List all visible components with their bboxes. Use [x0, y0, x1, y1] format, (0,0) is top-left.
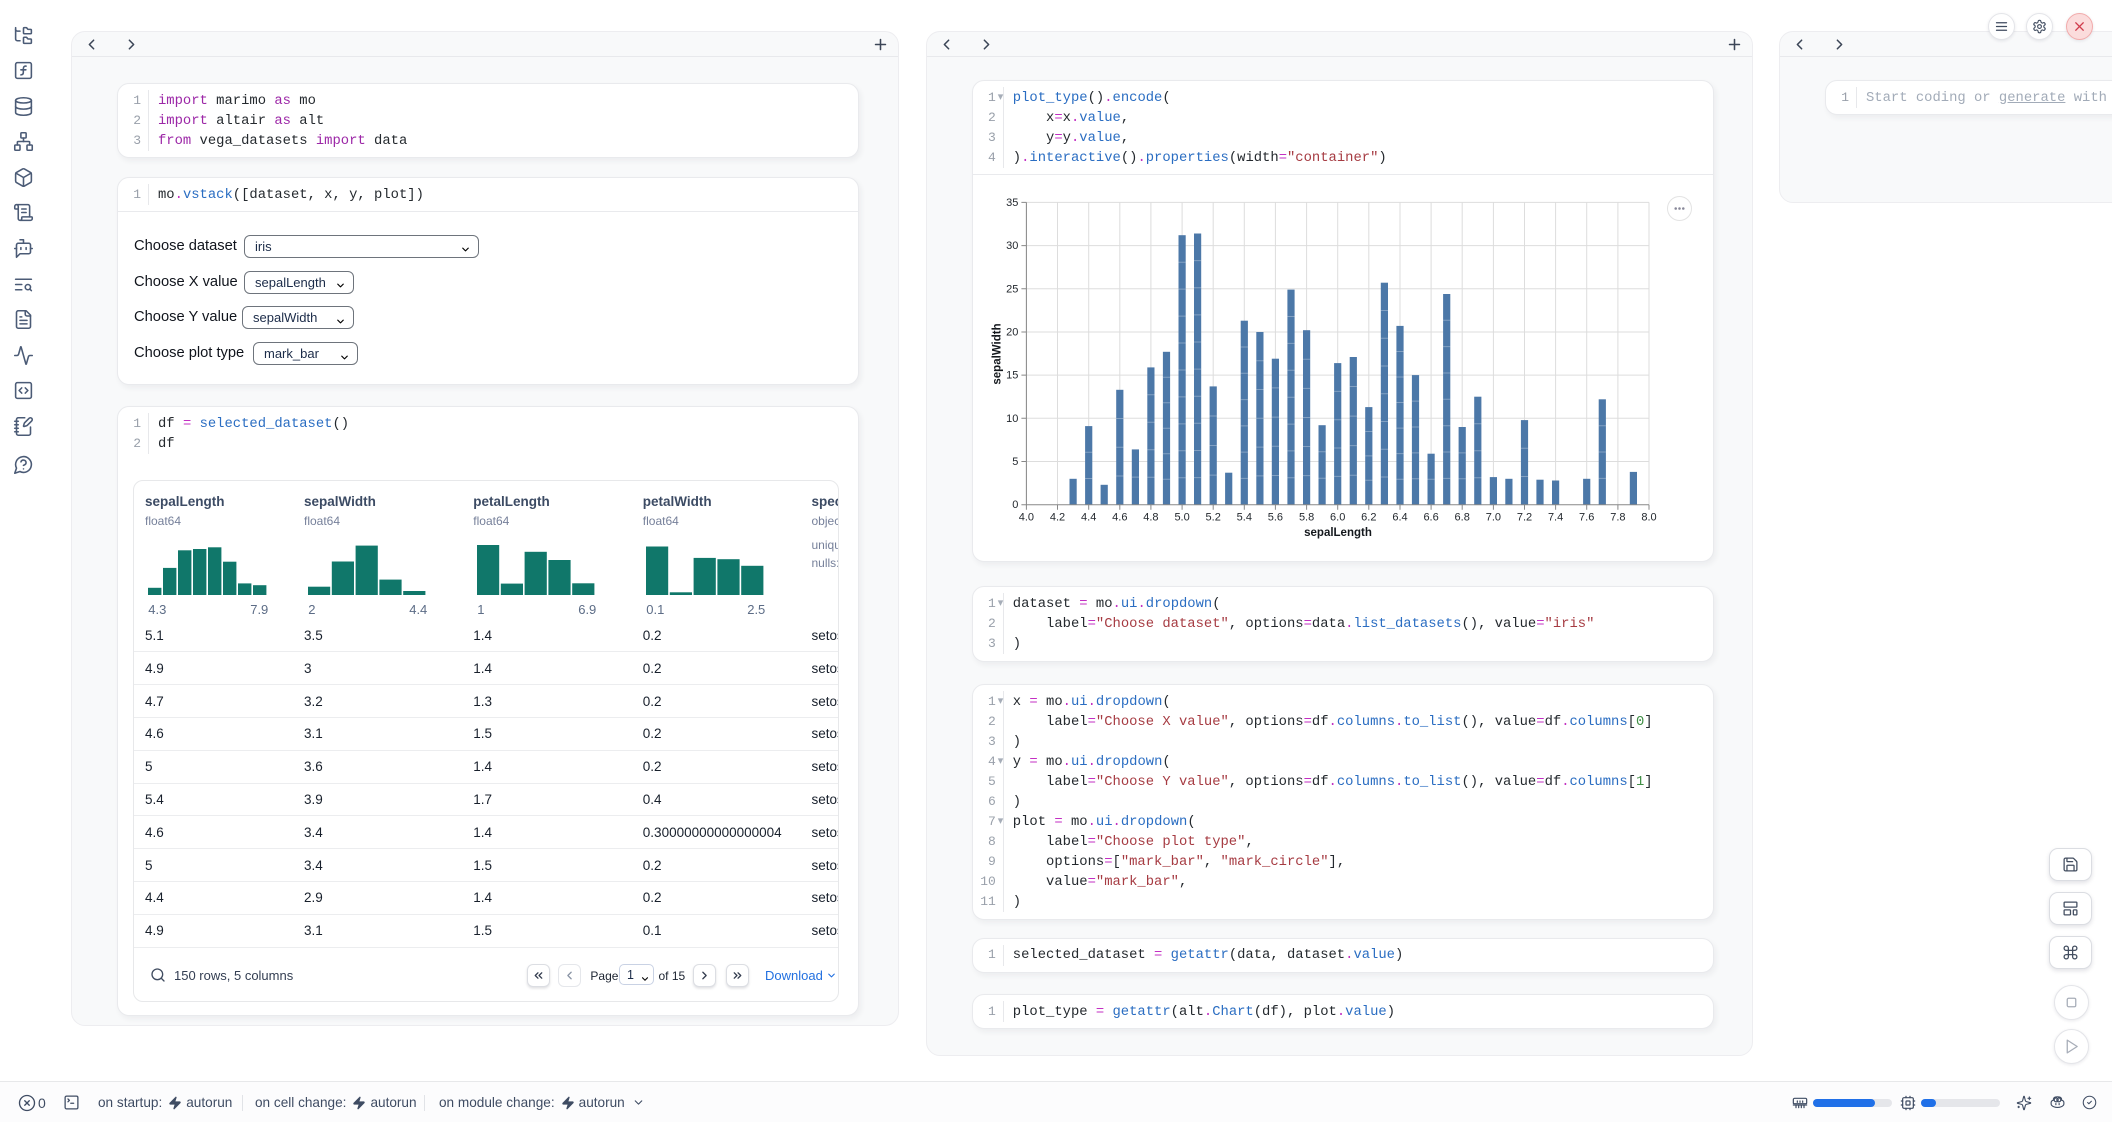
svg-text:25: 25 [1006, 283, 1018, 295]
svg-text:4.0: 4.0 [1019, 512, 1034, 524]
svg-text:6.4: 6.4 [1392, 512, 1407, 524]
svg-text:sepalWidth: sepalWidth [991, 323, 1003, 384]
svg-text:30: 30 [1006, 240, 1018, 252]
svg-text:5: 5 [1012, 456, 1018, 468]
svg-text:7.8: 7.8 [1610, 512, 1625, 524]
svg-text:4.2: 4.2 [1050, 512, 1065, 524]
svg-text:5.0: 5.0 [1174, 512, 1189, 524]
svg-text:5.4: 5.4 [1236, 512, 1251, 524]
svg-text:7.4: 7.4 [1548, 512, 1563, 524]
svg-text:4.4: 4.4 [1081, 512, 1096, 524]
svg-text:sepalLength: sepalLength [1304, 527, 1372, 539]
svg-text:5.8: 5.8 [1299, 512, 1314, 524]
svg-text:6.6: 6.6 [1423, 512, 1438, 524]
svg-text:20: 20 [1006, 327, 1018, 339]
svg-text:0: 0 [1012, 499, 1018, 511]
svg-text:6.0: 6.0 [1330, 512, 1345, 524]
svg-text:6.8: 6.8 [1454, 512, 1469, 524]
svg-text:7.0: 7.0 [1486, 512, 1501, 524]
svg-text:8.0: 8.0 [1641, 512, 1656, 524]
svg-text:5.2: 5.2 [1205, 512, 1220, 524]
svg-text:6.2: 6.2 [1361, 512, 1376, 524]
svg-text:7.2: 7.2 [1517, 512, 1532, 524]
svg-text:4.8: 4.8 [1143, 512, 1158, 524]
svg-text:15: 15 [1006, 370, 1018, 382]
svg-text:5.6: 5.6 [1268, 512, 1283, 524]
svg-text:4.6: 4.6 [1112, 512, 1127, 524]
svg-text:10: 10 [1006, 413, 1018, 425]
svg-text:7.6: 7.6 [1579, 512, 1594, 524]
svg-text:35: 35 [1006, 197, 1018, 209]
